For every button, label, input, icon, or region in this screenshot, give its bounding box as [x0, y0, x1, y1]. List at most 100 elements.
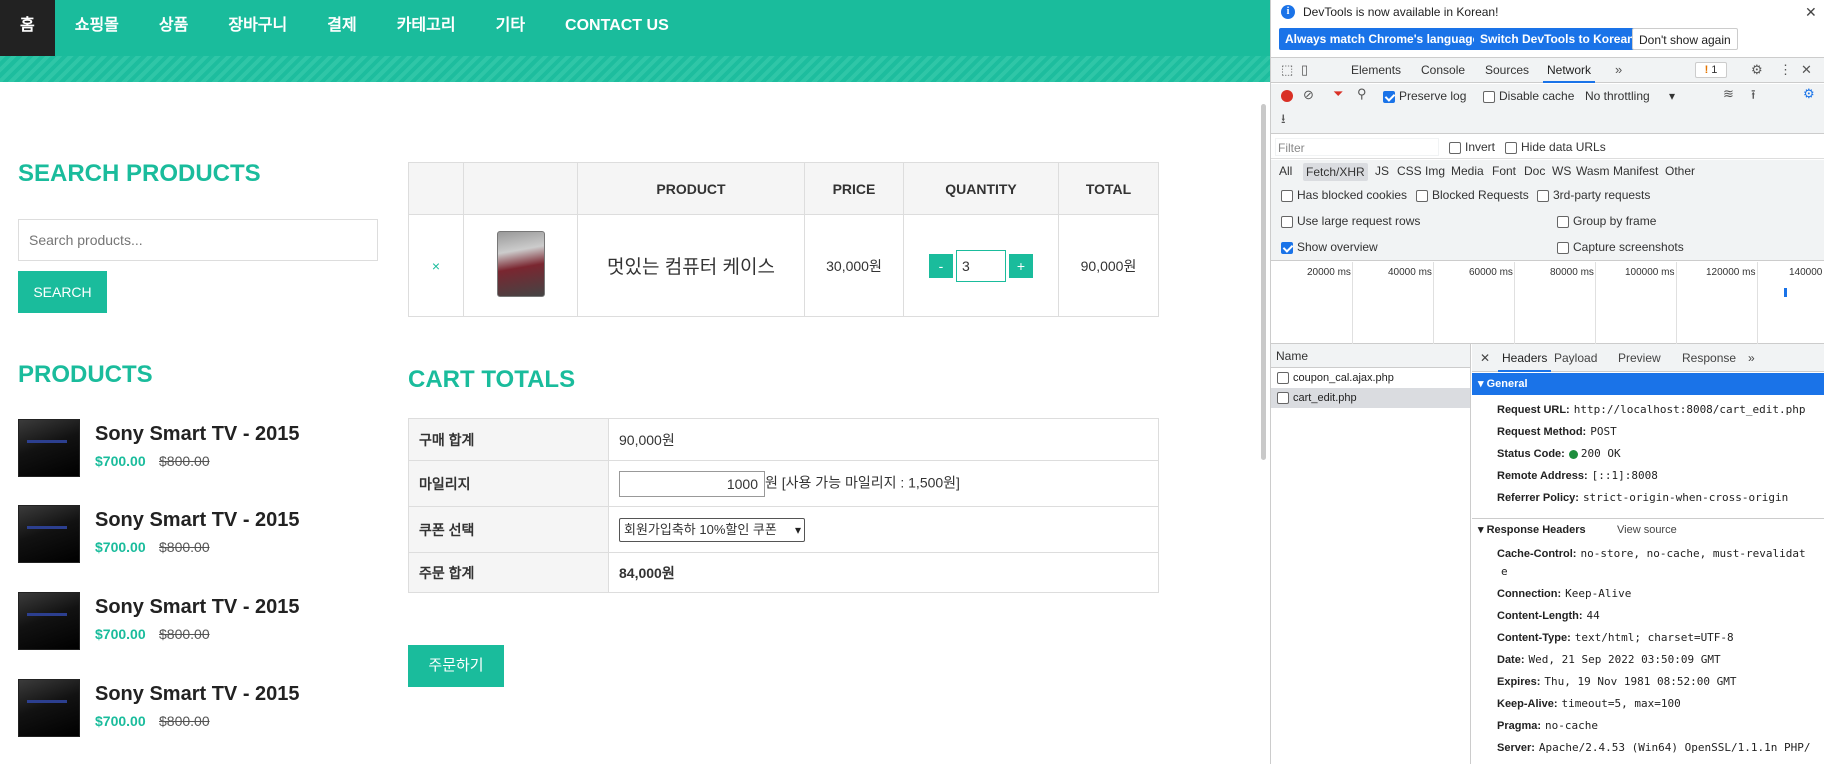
- pc-case-image[interactable]: [496, 231, 545, 297]
- cart-product-name[interactable]: 멋있는 컴퓨터 케이스: [577, 214, 805, 317]
- view-source-link[interactable]: View source: [1617, 519, 1677, 541]
- type-other[interactable]: Other: [1665, 164, 1695, 178]
- product-item[interactable]: Sony Smart TV - 2015 $700.00 $800.00: [18, 679, 348, 739]
- mileage-input[interactable]: 1000: [619, 470, 765, 497]
- header-value[interactable]: 200 OK: [1581, 447, 1621, 460]
- page-scrollbar[interactable]: [1261, 104, 1266, 460]
- kebab-menu-icon[interactable]: ⋮: [1779, 62, 1792, 78]
- clear-icon[interactable]: ⊘: [1303, 87, 1314, 103]
- header-value[interactable]: http://localhost:8008/cart_edit.php: [1574, 403, 1806, 416]
- nav-shop[interactable]: 쇼핑몰: [55, 0, 139, 56]
- type-js[interactable]: JS: [1375, 164, 1389, 178]
- header-value[interactable]: strict-origin-when-cross-origin: [1583, 491, 1788, 504]
- search-input[interactable]: [18, 219, 378, 261]
- header-value[interactable]: Wed, 21 Sep 2022 03:50:09 GMT: [1529, 653, 1721, 666]
- tab-network[interactable]: Network: [1543, 58, 1596, 83]
- header-value[interactable]: Keep-Alive: [1565, 587, 1631, 600]
- gear-icon[interactable]: ⚙: [1751, 62, 1763, 78]
- general-section-header[interactable]: ▾ General: [1472, 373, 1824, 395]
- tab-console[interactable]: Console: [1421, 58, 1465, 83]
- tab-response[interactable]: Response: [1682, 344, 1736, 372]
- product-name[interactable]: Sony Smart TV - 2015: [95, 423, 300, 446]
- disable-cache-checkbox[interactable]: Disable cache: [1483, 89, 1574, 103]
- product-item[interactable]: Sony Smart TV - 2015 $700.00 $800.00: [18, 419, 348, 479]
- capture-screenshots-checkbox[interactable]: Capture screenshots: [1557, 240, 1684, 254]
- type-all[interactable]: All: [1279, 164, 1292, 178]
- product-name[interactable]: Sony Smart TV - 2015: [95, 509, 300, 532]
- type-manifest[interactable]: Manifest: [1613, 164, 1658, 178]
- nav-home[interactable]: 홈: [0, 0, 55, 56]
- close-icon[interactable]: ✕: [1480, 344, 1490, 372]
- qty-minus-button[interactable]: -: [929, 253, 953, 278]
- type-font[interactable]: Font: [1492, 164, 1516, 178]
- type-css[interactable]: CSS: [1397, 164, 1422, 178]
- header-value[interactable]: 44: [1587, 609, 1600, 622]
- upload-icon[interactable]: ⭱: [1751, 86, 1756, 108]
- nav-cart[interactable]: 장바구니: [208, 0, 307, 56]
- download-icon[interactable]: ⭳: [1281, 110, 1286, 132]
- show-overview-checkbox[interactable]: Show overview: [1281, 240, 1378, 254]
- filter-input[interactable]: Filter: [1275, 138, 1439, 156]
- search-icon[interactable]: ⚲: [1357, 86, 1367, 102]
- type-img[interactable]: Img: [1425, 164, 1445, 178]
- request-row[interactable]: cart_edit.php: [1271, 388, 1470, 408]
- network-conditions-icon[interactable]: ≋: [1723, 86, 1734, 102]
- blocked-cookies-checkbox[interactable]: Has blocked cookies: [1281, 188, 1407, 202]
- device-toolbar-icon[interactable]: ▯: [1301, 62, 1308, 78]
- nav-contact[interactable]: CONTACT US: [545, 0, 689, 56]
- header-value[interactable]: text/html; charset=UTF-8: [1575, 631, 1734, 644]
- qty-input[interactable]: 3: [956, 249, 1006, 282]
- large-rows-checkbox[interactable]: Use large request rows: [1281, 214, 1420, 228]
- header-value[interactable]: [::1]:8008: [1592, 469, 1658, 482]
- close-devtools-icon[interactable]: ✕: [1801, 62, 1812, 78]
- product-name[interactable]: Sony Smart TV - 2015: [95, 683, 300, 706]
- network-overview[interactable]: 20000 ms 40000 ms 60000 ms 80000 ms 1000…: [1271, 262, 1824, 344]
- nav-checkout[interactable]: 결제: [307, 0, 376, 56]
- type-ws[interactable]: WS: [1552, 164, 1571, 178]
- invert-checkbox[interactable]: Invert: [1449, 140, 1495, 154]
- tab-headers[interactable]: Headers: [1498, 344, 1552, 372]
- qty-plus-button[interactable]: +: [1009, 253, 1033, 278]
- issues-badge[interactable]: ! 1: [1695, 62, 1727, 78]
- group-by-frame-checkbox[interactable]: Group by frame: [1557, 214, 1656, 228]
- throttling-select[interactable]: No throttling ▾: [1585, 89, 1675, 103]
- order-button[interactable]: 주문하기: [408, 645, 504, 687]
- response-headers-section-header[interactable]: ▾ Response Headers View source: [1472, 518, 1824, 540]
- header-value[interactable]: e: [1501, 565, 1508, 578]
- blocked-requests-checkbox[interactable]: Blocked Requests: [1416, 188, 1529, 202]
- header-value[interactable]: no-store, no-cache, must-revalidat: [1580, 547, 1805, 560]
- preserve-log-checkbox[interactable]: Preserve log: [1383, 89, 1466, 103]
- dont-show-button[interactable]: Don't show again: [1632, 28, 1738, 50]
- more-tabs-icon[interactable]: »: [1615, 62, 1622, 77]
- product-thumbnail[interactable]: [18, 419, 80, 477]
- product-item[interactable]: Sony Smart TV - 2015 $700.00 $800.00: [18, 592, 348, 652]
- switch-korean-button[interactable]: Switch DevTools to Korean: [1474, 28, 1641, 50]
- match-language-button[interactable]: Always match Chrome's language: [1279, 28, 1486, 50]
- inspect-icon[interactable]: ⬚: [1281, 62, 1293, 78]
- tab-preview[interactable]: Preview: [1618, 344, 1661, 372]
- product-name[interactable]: Sony Smart TV - 2015: [95, 596, 300, 619]
- type-fetch-xhr[interactable]: Fetch/XHR: [1303, 163, 1368, 181]
- nav-etc[interactable]: 기타: [476, 0, 545, 56]
- name-column-header[interactable]: Name: [1271, 344, 1470, 368]
- header-value[interactable]: POST: [1590, 425, 1617, 438]
- header-value[interactable]: timeout=5, max=100: [1562, 697, 1681, 710]
- coupon-select[interactable]: 회원가입축하 10%할인 쿠폰: [619, 517, 805, 542]
- close-icon[interactable]: ✕: [1805, 4, 1817, 21]
- tab-payload[interactable]: Payload: [1554, 344, 1597, 372]
- nav-products[interactable]: 상품: [139, 0, 208, 56]
- tab-elements[interactable]: Elements: [1351, 58, 1401, 83]
- type-media[interactable]: Media: [1451, 164, 1484, 178]
- hide-data-urls-checkbox[interactable]: Hide data URLs: [1505, 140, 1606, 154]
- search-button[interactable]: SEARCH: [18, 271, 107, 313]
- type-doc[interactable]: Doc: [1524, 164, 1545, 178]
- product-thumbnail[interactable]: [18, 679, 80, 737]
- product-thumbnail[interactable]: [18, 505, 80, 563]
- product-item[interactable]: Sony Smart TV - 2015 $700.00 $800.00: [18, 505, 348, 565]
- third-party-checkbox[interactable]: 3rd-party requests: [1537, 188, 1650, 202]
- tab-sources[interactable]: Sources: [1485, 58, 1529, 83]
- header-value[interactable]: no-cache: [1545, 719, 1598, 732]
- product-thumbnail[interactable]: [18, 592, 80, 650]
- filter-icon[interactable]: ⏷: [1333, 86, 1343, 102]
- record-icon[interactable]: [1281, 90, 1293, 102]
